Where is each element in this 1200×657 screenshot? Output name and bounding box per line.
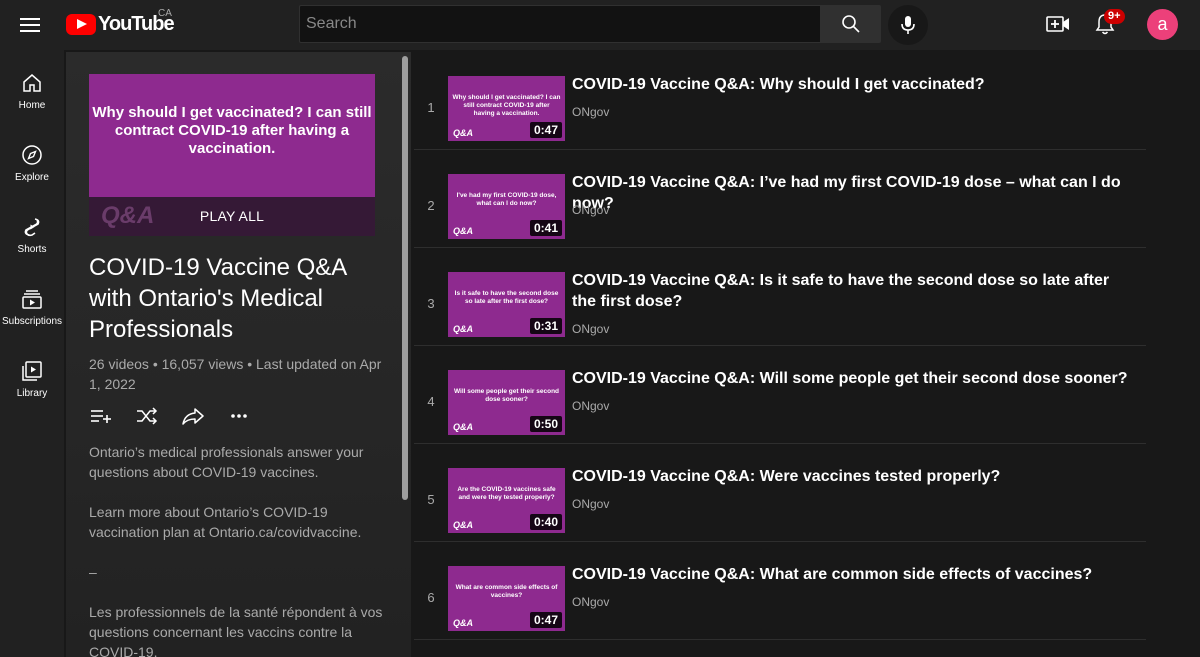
video-channel[interactable]: ONgov xyxy=(572,595,609,609)
thumbnail-brand: Q&A xyxy=(453,618,473,628)
share-icon xyxy=(182,408,204,425)
video-index: 1 xyxy=(427,100,435,115)
create-button[interactable] xyxy=(1043,9,1073,39)
video-thumbnail[interactable]: I've had my first COVID-19 dose, what ca… xyxy=(448,174,565,239)
thumbnail-caption: I've had my first COVID-19 dose, what ca… xyxy=(456,192,557,207)
compass-icon xyxy=(22,145,42,165)
playlist-video-row[interactable]: 1 Why should I get vaccinated? I can sti… xyxy=(414,52,1146,150)
video-index: 6 xyxy=(427,590,435,605)
thumbnail-brand: Q&A xyxy=(453,128,473,138)
masthead: YouTube CA 9+ a xyxy=(0,0,1200,50)
shorts-icon xyxy=(24,218,40,237)
video-channel[interactable]: ONgov xyxy=(572,203,609,217)
thumbnail-caption: What are common side effects of vaccines… xyxy=(455,584,558,599)
playlist-video-row[interactable]: 2 I've had my first COVID-19 dose, what … xyxy=(414,150,1146,248)
thumbnail-brand: Q&A xyxy=(453,324,473,334)
playlist-add-icon xyxy=(91,410,111,423)
share-button[interactable] xyxy=(181,404,205,428)
subscriptions-icon xyxy=(22,290,42,309)
add-to-queue-button[interactable] xyxy=(89,404,113,428)
thumbnail-brand: Q&A xyxy=(453,520,473,530)
microphone-icon xyxy=(901,16,915,34)
guide-item-home[interactable]: Home xyxy=(0,58,64,128)
playlist-video-row[interactable]: 3 Is it safe to have the second dose so … xyxy=(414,248,1146,346)
guide-item-subscriptions[interactable]: Subscriptions xyxy=(0,274,64,344)
mini-guide: Home Explore Shorts Subscriptions Librar… xyxy=(0,50,64,657)
thumbnail-brand: Q&A xyxy=(453,422,473,432)
video-index: 3 xyxy=(427,296,435,311)
video-duration: 0:50 xyxy=(529,416,562,432)
playlist-title: COVID-19 Vaccine Q&A with Ontario's Medi… xyxy=(89,254,346,343)
video-index: 2 xyxy=(427,198,435,213)
video-title[interactable]: COVID-19 Vaccine Q&A: Were vaccines test… xyxy=(572,466,1132,487)
video-thumbnail[interactable]: What are common side effects of vaccines… xyxy=(448,566,565,631)
notification-badge: 9+ xyxy=(1104,9,1125,24)
thumbnail-caption: Are the COVID-19 vaccines safe and were … xyxy=(457,486,556,501)
search-input[interactable] xyxy=(299,5,821,43)
video-channel[interactable]: ONgov xyxy=(572,497,609,511)
video-title[interactable]: COVID-19 Vaccine Q&A: I’ve had my first … xyxy=(572,172,1132,214)
video-title[interactable]: COVID-19 Vaccine Q&A: Is it safe to have… xyxy=(572,270,1132,312)
video-thumbnail[interactable]: Is it safe to have the second dose so la… xyxy=(448,272,565,337)
voice-search-button[interactable] xyxy=(888,5,928,45)
hamburger-icon xyxy=(20,18,40,32)
play-logo-icon xyxy=(66,13,96,35)
video-duration: 0:47 xyxy=(529,612,562,628)
video-title[interactable]: COVID-19 Vaccine Q&A: Why should I get v… xyxy=(572,74,1132,95)
thumbnail-caption: Will some people get their second dose s… xyxy=(453,388,560,403)
video-duration: 0:41 xyxy=(529,220,562,236)
playlist-video-list: 1 Why should I get vaccinated? I can sti… xyxy=(414,52,1200,657)
video-index: 5 xyxy=(427,492,435,507)
guide-item-label: Explore xyxy=(15,172,49,183)
guide-item-label: Home xyxy=(18,100,46,111)
more-horizontal-icon xyxy=(231,414,247,418)
playlist-thumbnail[interactable]: Why should I get vaccinated? I can still… xyxy=(89,74,375,236)
guide-item-label: Shorts xyxy=(17,244,47,255)
video-index: 4 xyxy=(427,394,435,409)
home-icon xyxy=(23,74,41,92)
guide-item-shorts[interactable]: Shorts xyxy=(0,202,64,272)
thumbnail-caption: Why should I get vaccinated? I can still… xyxy=(92,104,372,157)
avatar[interactable]: a xyxy=(1147,9,1178,40)
video-title[interactable]: COVID-19 Vaccine Q&A: What are common si… xyxy=(572,564,1132,585)
video-channel[interactable]: ONgov xyxy=(572,322,609,336)
video-duration: 0:40 xyxy=(529,514,562,530)
shuffle-icon xyxy=(137,407,158,425)
video-channel[interactable]: ONgov xyxy=(572,105,609,119)
sidebar-scrollbar[interactable] xyxy=(402,56,408,500)
video-channel[interactable]: ONgov xyxy=(572,399,609,413)
playlist-stats: 26 videos • 16,057 views • Last updated … xyxy=(89,356,382,392)
country-code: CA xyxy=(158,8,172,19)
playlist-description: Ontario’s medical professionals answer y… xyxy=(89,444,383,657)
search-button[interactable] xyxy=(820,5,881,43)
video-thumbnail[interactable]: Why should I get vaccinated? I can still… xyxy=(448,76,565,141)
playlist-video-row[interactable]: 4 Will some people get their second dose… xyxy=(414,346,1146,444)
playlist-sidebar: Why should I get vaccinated? I can still… xyxy=(66,52,411,657)
search-icon xyxy=(841,15,860,33)
video-thumbnail[interactable]: Are the COVID-19 vaccines safe and were … xyxy=(448,468,565,533)
guide-item-label: Subscriptions xyxy=(1,316,63,327)
playlist-actions xyxy=(89,404,251,428)
playlist-video-row[interactable]: 6 What are common side effects of vaccin… xyxy=(414,542,1146,640)
thumbnail-caption: Is it safe to have the second dose so la… xyxy=(454,290,559,305)
guide-item-explore[interactable]: Explore xyxy=(0,130,64,200)
thumbnail-brand: Q&A xyxy=(453,226,473,236)
playlist-video-row[interactable]: 5 Are the COVID-19 vaccines safe and wer… xyxy=(414,444,1146,542)
guide-item-label: Library xyxy=(16,388,48,399)
video-title[interactable]: COVID-19 Vaccine Q&A: Will some people g… xyxy=(572,368,1132,389)
video-add-icon xyxy=(1046,16,1069,32)
more-actions-button[interactable] xyxy=(227,404,251,428)
video-duration: 0:31 xyxy=(529,318,562,334)
video-duration: 0:47 xyxy=(529,122,562,138)
thumbnail-caption: Why should I get vaccinated? I can still… xyxy=(452,94,561,117)
video-thumbnail[interactable]: Will some people get their second dose s… xyxy=(448,370,565,435)
library-icon xyxy=(22,361,42,381)
guide-item-library[interactable]: Library xyxy=(0,346,64,416)
shuffle-button[interactable] xyxy=(135,404,159,428)
play-all-button[interactable]: PLAY ALL xyxy=(89,208,375,224)
guide-menu-button[interactable] xyxy=(14,9,46,41)
